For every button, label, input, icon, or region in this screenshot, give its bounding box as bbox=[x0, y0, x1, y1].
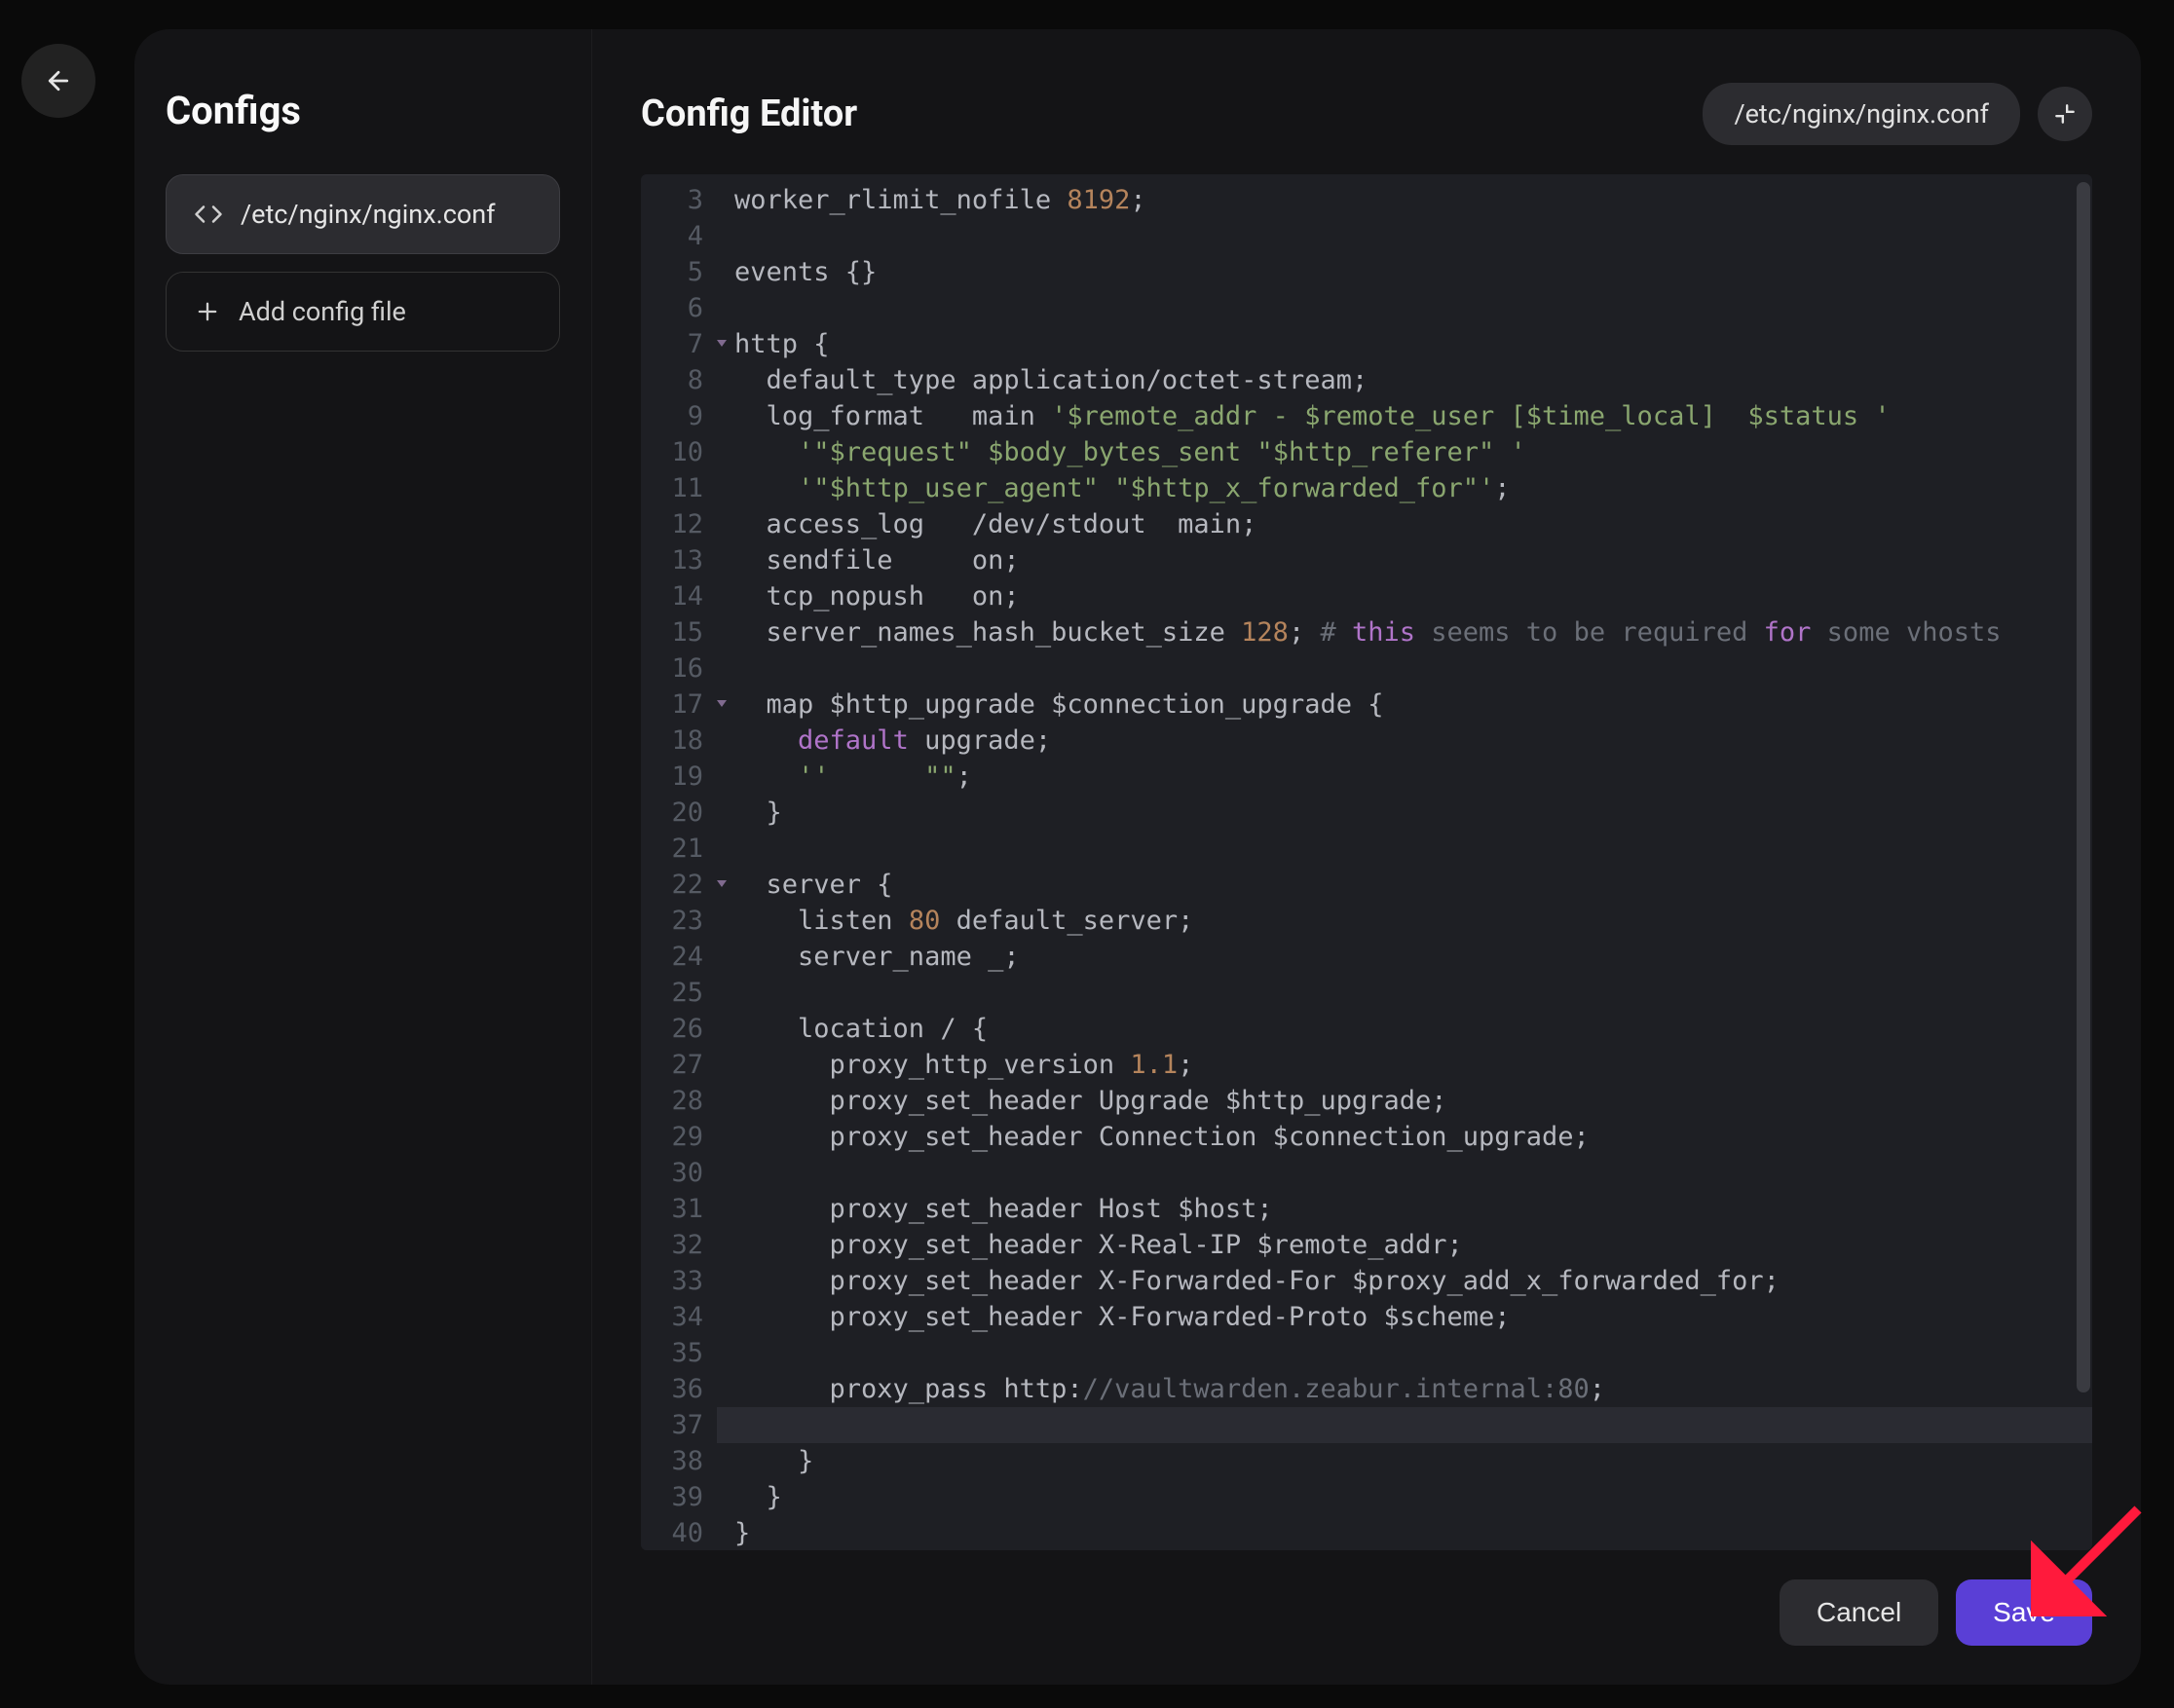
config-file-item[interactable]: /etc/nginx/nginx.conf bbox=[166, 174, 560, 254]
sidebar-title: Configs bbox=[166, 88, 560, 133]
config-file-name: /etc/nginx/nginx.conf bbox=[241, 199, 496, 230]
arrow-left-icon bbox=[44, 66, 73, 95]
file-path-chip[interactable]: /etc/nginx/nginx.conf bbox=[1703, 83, 2020, 145]
editor-footer: Cancel Save bbox=[641, 1550, 2092, 1646]
configs-sidebar: Configs /etc/nginx/nginx.conf Add config… bbox=[134, 29, 592, 1685]
minimize-button[interactable] bbox=[2038, 87, 2092, 141]
config-editor-modal: Configs /etc/nginx/nginx.conf Add config… bbox=[134, 29, 2141, 1685]
code-icon bbox=[194, 200, 223, 229]
editor-title: Config Editor bbox=[641, 93, 857, 135]
save-button[interactable]: Save bbox=[1956, 1579, 2092, 1646]
plus-icon bbox=[194, 298, 221, 325]
add-config-label: Add config file bbox=[239, 296, 406, 327]
add-config-button[interactable]: Add config file bbox=[166, 272, 560, 352]
code-editor[interactable]: 3456789101112131415161718192021222324252… bbox=[641, 174, 2092, 1550]
back-button[interactable] bbox=[21, 44, 95, 118]
editor-main: Config Editor /etc/nginx/nginx.conf 3456… bbox=[592, 29, 2141, 1685]
cancel-button[interactable]: Cancel bbox=[1780, 1579, 1938, 1646]
minimize-icon bbox=[2052, 101, 2078, 127]
line-number-gutter: 3456789101112131415161718192021222324252… bbox=[641, 174, 717, 1550]
editor-header: Config Editor /etc/nginx/nginx.conf bbox=[641, 83, 2092, 145]
editor-scrollbar[interactable] bbox=[2077, 182, 2090, 1392]
code-content[interactable]: worker_rlimit_nofile 8192;events {}http … bbox=[717, 174, 2092, 1550]
